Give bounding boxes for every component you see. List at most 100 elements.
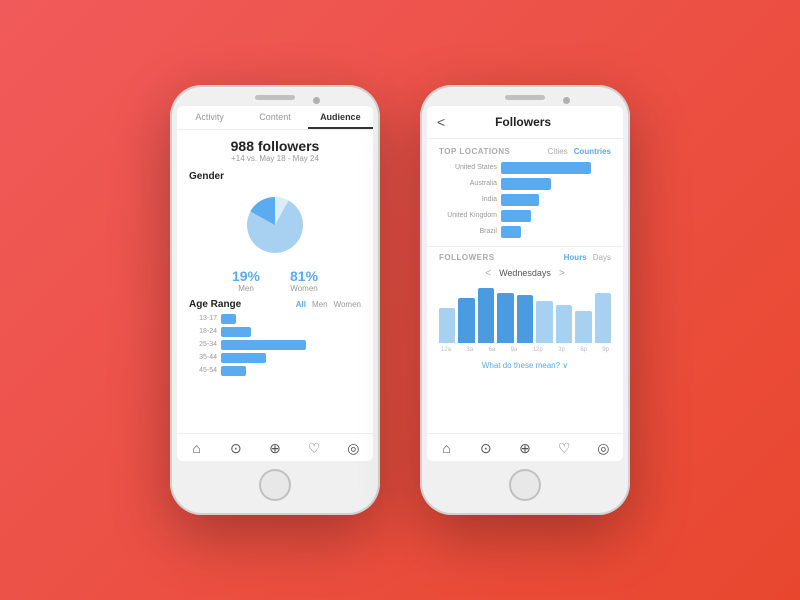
location-bar-fill <box>501 210 531 222</box>
phone-2: < Followers TOP LOCATIONS Cities Countri… <box>420 85 630 515</box>
women-pct: 81% <box>290 268 318 284</box>
hour-bars-container <box>439 283 611 343</box>
age-bar-fill <box>221 327 251 337</box>
age-bar-fill <box>221 340 306 350</box>
filter-countries[interactable]: Countries <box>574 147 611 156</box>
nav-profile-2[interactable]: ◎ <box>584 440 623 457</box>
age-header: Age Range All Men Women <box>189 299 361 310</box>
p2-header: < Followers <box>427 106 623 139</box>
hour-9p: 9p <box>602 347 609 353</box>
hour-3p: 3p <box>558 347 565 353</box>
location-filters: Cities Countries <box>548 147 611 156</box>
day-prev[interactable]: < <box>485 268 491 279</box>
age-bar-label: 18-24 <box>189 328 217 335</box>
hour-6a: 6a <box>489 347 496 353</box>
location-bar-row: Brazil <box>439 226 611 238</box>
phone-1: Activity Content Audience 988 followers … <box>170 85 380 515</box>
locations-section-row: TOP LOCATIONS Cities Countries <box>439 147 611 156</box>
nav-home-2[interactable]: ⌂ <box>427 440 466 457</box>
gender-stats: 19% Men 81% Women <box>232 268 318 293</box>
followers-filters: Hours Days <box>564 253 611 262</box>
age-bar-label: 45-54 <box>189 367 217 374</box>
men-stat: 19% Men <box>232 268 260 293</box>
hour-bar <box>556 305 572 343</box>
back-button[interactable]: < <box>437 114 445 130</box>
location-bar-fill <box>501 162 591 174</box>
tabs-row: Activity Content Audience <box>177 106 373 130</box>
followers-sub: +14 vs. May 18 - May 24 <box>177 154 373 163</box>
top-locations: TOP LOCATIONS Cities Countries United St… <box>427 139 623 246</box>
followers-title: Followers <box>453 115 593 129</box>
age-filters: All Men Women <box>296 300 361 309</box>
location-bar-row: Australia <box>439 178 611 190</box>
bottom-nav-2: ⌂ ⊙ ⊕ ♡ ◎ <box>427 433 623 461</box>
gender-section: 19% Men 81% Women <box>177 186 373 293</box>
phone-speaker-2 <box>505 95 545 100</box>
day-next[interactable]: > <box>559 268 565 279</box>
what-link[interactable]: What do these mean? ∨ <box>427 357 623 374</box>
followers-chart-section: FOLLOWERS Hours Days < Wednesdays > 12a … <box>427 246 623 357</box>
location-bar-fill <box>501 226 521 238</box>
age-bars-container: 13-1718-2425-3435-4445-54 <box>189 314 361 376</box>
age-bar-row: 13-17 <box>189 314 361 324</box>
followers-chart-label: FOLLOWERS <box>439 253 495 262</box>
hour-bar <box>595 293 611 343</box>
nav-profile-1[interactable]: ◎ <box>334 440 373 457</box>
age-filter-men[interactable]: Men <box>312 300 328 309</box>
phone-screen-2: < Followers TOP LOCATIONS Cities Countri… <box>427 106 623 461</box>
followers-number: 988 followers <box>177 138 373 154</box>
hour-bar <box>439 308 455 343</box>
phone-camera-2 <box>563 97 570 104</box>
followers-section-row: FOLLOWERS Hours Days <box>439 253 611 262</box>
filter-days[interactable]: Days <box>593 253 611 262</box>
location-bar-row: United Kingdom <box>439 210 611 222</box>
hour-bar <box>458 298 474 343</box>
nav-add-1[interactable]: ⊕ <box>255 440 294 457</box>
hour-3a: 3a <box>466 347 473 353</box>
age-bar-row: 18-24 <box>189 327 361 337</box>
tab-content[interactable]: Content <box>242 112 307 129</box>
location-bar-fill <box>501 194 539 206</box>
filter-cities[interactable]: Cities <box>548 147 568 156</box>
hour-labels: 12a 3a 6a 9a 12p 3p 6p 9p <box>439 347 611 353</box>
nav-search-1[interactable]: ⊙ <box>216 440 255 457</box>
age-range-title: Age Range <box>189 299 241 310</box>
location-bar-label: India <box>439 196 497 203</box>
followers-count: 988 followers +14 vs. May 18 - May 24 <box>177 130 373 165</box>
day-label: Wednesdays <box>499 268 551 278</box>
home-button-2[interactable] <box>509 469 541 501</box>
age-bar-label: 13-17 <box>189 315 217 322</box>
nav-heart-1[interactable]: ♡ <box>295 440 334 457</box>
location-bar-row: United States <box>439 162 611 174</box>
women-label: Women <box>290 284 318 293</box>
nav-add-2[interactable]: ⊕ <box>505 440 544 457</box>
age-bar-row: 45-54 <box>189 366 361 376</box>
filter-hours[interactable]: Hours <box>564 253 587 262</box>
phone-screen-1: Activity Content Audience 988 followers … <box>177 106 373 461</box>
age-section: Age Range All Men Women 13-1718-2425-343… <box>177 293 373 385</box>
location-bar-label: United Kingdom <box>439 212 497 219</box>
nav-home-1[interactable]: ⌂ <box>177 440 216 457</box>
tab-audience[interactable]: Audience <box>308 112 373 129</box>
hour-bar <box>478 288 494 343</box>
age-bar-fill <box>221 314 236 324</box>
location-bar-label: Brazil <box>439 228 497 235</box>
age-filter-all[interactable]: All <box>296 300 306 309</box>
nav-search-2[interactable]: ⊙ <box>466 440 505 457</box>
hour-12p: 12p <box>533 347 543 353</box>
hour-6p: 6p <box>580 347 587 353</box>
bottom-nav-1: ⌂ ⊙ ⊕ ♡ ◎ <box>177 433 373 461</box>
age-bar-fill <box>221 366 246 376</box>
phone-camera-1 <box>313 97 320 104</box>
hour-bar <box>536 301 552 343</box>
hour-bar <box>575 311 591 343</box>
nav-heart-2[interactable]: ♡ <box>545 440 584 457</box>
age-bar-fill <box>221 353 266 363</box>
phone-speaker-1 <box>255 95 295 100</box>
men-pct: 19% <box>232 268 260 284</box>
top-locations-label: TOP LOCATIONS <box>439 147 510 156</box>
age-filter-women[interactable]: Women <box>334 300 361 309</box>
tab-activity[interactable]: Activity <box>177 112 242 129</box>
men-label: Men <box>232 284 260 293</box>
home-button-1[interactable] <box>259 469 291 501</box>
